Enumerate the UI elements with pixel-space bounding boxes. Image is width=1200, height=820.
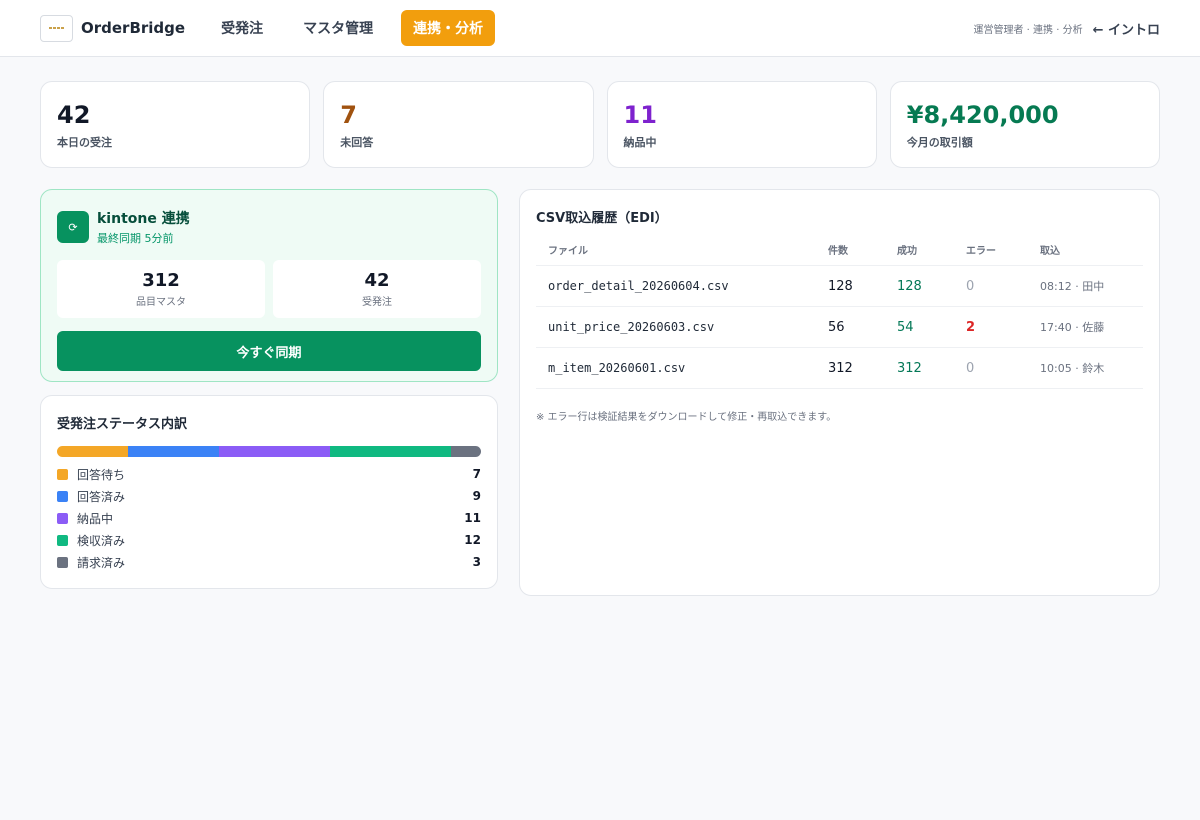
legend-count: 9 <box>472 489 481 503</box>
success-cell: 312 <box>885 347 954 389</box>
error-cell: 0 <box>954 347 1028 389</box>
status-bar-segment <box>127 446 219 457</box>
status-bar-segment <box>57 446 128 457</box>
nav-item-integration[interactable]: 連携・分析 <box>401 10 496 46</box>
orders-count: 42 受発注 <box>273 260 481 318</box>
stats-row: 42 本日の受注 7 未回答 11 納品中 ¥8,420,000 今月の取引額 <box>0 57 1200 168</box>
stat-card-today-orders: 42 本日の受注 <box>40 81 311 168</box>
success-cell: 54 <box>885 306 954 348</box>
count-label: 受発注 <box>362 297 392 308</box>
count-value: 42 <box>364 270 390 291</box>
legend-count: 12 <box>464 533 481 547</box>
stat-card-unanswered: 7 未回答 <box>323 81 594 168</box>
kintone-title: kintone 連携 <box>97 211 190 227</box>
sync-now-button[interactable]: 今すぐ同期 <box>57 331 481 371</box>
column-header-imported: 取込 <box>1028 242 1143 266</box>
legend-label: 納品中 <box>77 511 114 526</box>
stat-value: 7 <box>340 101 357 129</box>
table-row[interactable]: unit_price_20260603.csv 56 54 2 17:40 · 佐藤 <box>536 306 1143 348</box>
brand-name[interactable]: OrderBridge <box>81 19 185 37</box>
stat-label: 今月の取引額 <box>906 136 973 149</box>
count-label: 品目マスタ <box>136 297 186 308</box>
legend-item: 回答待ち 7 <box>57 463 481 485</box>
kintone-sync-card: ⟳ kintone 連携 最終同期 5分前 312 品目マスタ 42 受発注 今… <box>40 189 498 382</box>
stat-value: ¥8,420,000 <box>906 101 1059 129</box>
last-sync-text: 最終同期 5分前 <box>97 232 174 245</box>
legend-label: 回答済み <box>77 489 126 504</box>
error-cell: 0 <box>954 265 1028 307</box>
legend-item: 回答済み 9 <box>57 485 481 507</box>
legend-item: 検収済み 12 <box>57 529 481 551</box>
stat-value: 42 <box>57 101 91 129</box>
file-name-cell: m_item_20260601.csv <box>536 347 816 389</box>
legend-count: 3 <box>472 555 481 569</box>
legend-label: 回答待ち <box>77 467 126 482</box>
status-legend: 回答待ち 7 回答済み 9 納品中 11 検収済み 12 請求済み 3 <box>57 463 481 573</box>
count-value: 312 <box>142 270 180 291</box>
column-header-success: 成功 <box>885 242 954 266</box>
legend-count: 11 <box>464 511 481 525</box>
stat-card-monthly-amount: ¥8,420,000 今月の取引額 <box>889 81 1160 168</box>
status-bar-segment <box>329 446 451 457</box>
count-cell: 56 <box>816 306 885 348</box>
nav-item-master[interactable]: マスタ管理 <box>291 10 385 46</box>
column-header-file: ファイル <box>536 242 816 266</box>
main-nav: 受発注 マスタ管理 連携・分析 <box>209 10 496 46</box>
top-bar: OrderBridge 受発注 マスタ管理 連携・分析 運営管理者 · 連携 ·… <box>0 0 1200 57</box>
column-header-count: 件数 <box>816 242 885 266</box>
legend-swatch <box>57 556 68 568</box>
csv-history-table: ファイル 件数 成功 エラー 取込 order_detail_20260604.… <box>536 242 1143 389</box>
legend-swatch <box>57 512 68 524</box>
status-stacked-bar <box>57 446 481 457</box>
error-note: ※ エラー行は検証結果をダウンロードして修正・再取込できます。 <box>536 412 837 423</box>
status-bar-segment <box>218 446 330 457</box>
success-cell: 128 <box>885 265 954 307</box>
imported-cell: 10:05 · 鈴木 <box>1028 347 1143 389</box>
imported-cell: 17:40 · 佐藤 <box>1028 306 1143 348</box>
user-role: 運営管理者 · 連携 · 分析 <box>973 24 1083 36</box>
csv-history-card: CSV取込履歴（EDI） ファイル 件数 成功 エラー 取込 order_det… <box>519 189 1160 596</box>
stat-label: 未回答 <box>340 136 374 149</box>
table-row[interactable]: m_item_20260601.csv 312 312 0 10:05 · 鈴木 <box>536 347 1143 389</box>
csv-history-title: CSV取込履歴（EDI） <box>536 211 668 226</box>
legend-item: 納品中 11 <box>57 507 481 529</box>
sync-icon: ⟳ <box>57 211 89 243</box>
legend-item: 請求済み 3 <box>57 551 481 573</box>
back-to-intro-link[interactable]: ← イントロ <box>1093 19 1160 38</box>
legend-swatch <box>57 468 68 480</box>
nav-item-orders[interactable]: 受発注 <box>209 10 275 46</box>
status-breakdown-card: 受発注ステータス内訳 回答待ち 7 回答済み 9 納品中 11 検収済み 12 請求済み 3 <box>40 395 498 589</box>
count-cell: 312 <box>816 347 885 389</box>
legend-label: 請求済み <box>77 555 126 570</box>
column-header-error: エラー <box>954 242 1028 266</box>
stat-label: 納品中 <box>623 136 657 149</box>
legend-swatch <box>57 534 68 546</box>
file-name-cell: unit_price_20260603.csv <box>536 306 816 348</box>
orderbridge-logo-icon[interactable] <box>40 14 73 42</box>
legend-label: 検収済み <box>77 533 126 548</box>
item-master-count: 312 品目マスタ <box>57 260 265 318</box>
stat-label: 本日の受注 <box>57 136 112 149</box>
file-name-cell: order_detail_20260604.csv <box>536 265 816 307</box>
status-breakdown-title: 受発注ステータス内訳 <box>57 417 188 432</box>
legend-swatch <box>57 490 68 502</box>
table-row[interactable]: order_detail_20260604.csv 128 128 0 08:12 · … <box>536 265 1143 307</box>
error-cell: 2 <box>954 306 1028 348</box>
legend-count: 7 <box>472 467 481 481</box>
stat-value: 11 <box>623 101 657 129</box>
status-bar-segment <box>450 446 481 457</box>
count-cell: 128 <box>816 265 885 307</box>
imported-cell: 08:12 · 田中 <box>1028 265 1143 307</box>
stat-card-delivering: 11 納品中 <box>606 81 877 168</box>
